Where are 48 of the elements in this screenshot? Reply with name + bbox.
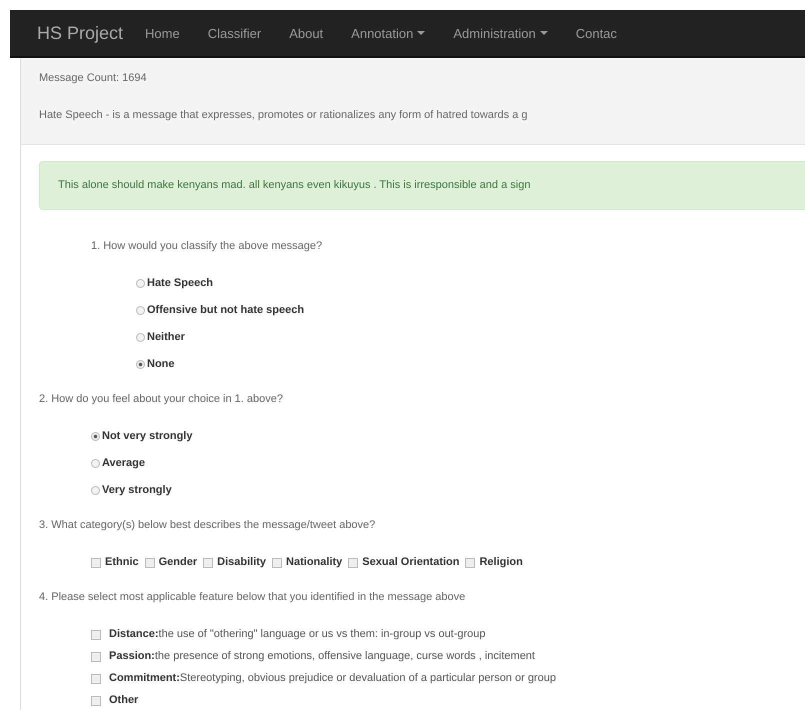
dropdown-menu[interactable]: Annotation (351, 26, 426, 40)
dropdown-menu[interactable]: Administration (453, 26, 548, 40)
option-label: Religion (479, 555, 523, 570)
option-label: Sexual Orientation (362, 555, 460, 570)
checkbox[interactable] (91, 696, 101, 706)
checkbox[interactable] (203, 558, 214, 568)
checkbox[interactable] (91, 558, 101, 568)
option-label: Neither (147, 330, 185, 345)
option-label: None (147, 357, 174, 372)
checkbox[interactable] (144, 558, 155, 568)
nav-link[interactable]: Contac (576, 26, 617, 40)
nav-link[interactable]: Classifier (208, 26, 262, 40)
checkbox[interactable] (465, 558, 476, 568)
checkbox[interactable] (348, 558, 358, 568)
question-text: 2. How do you feel about your choice in 1. above? (39, 393, 284, 405)
option-label: Very strongly (102, 483, 172, 498)
radio-button[interactable] (136, 360, 145, 369)
radio-button[interactable] (136, 279, 145, 288)
option-label: Offensive but not hate speech (147, 303, 304, 318)
radio-button[interactable] (136, 306, 145, 315)
checkbox[interactable] (91, 674, 101, 684)
option-label: Distance:the use of "othering" language or us vs them: in-group vs out-group (109, 627, 486, 642)
option-label: Passion:the presence of strong emotions, offensive language, curse words , incitement (109, 649, 535, 664)
checkbox[interactable] (91, 652, 101, 662)
message-count: Message Count: 1694 (39, 72, 148, 84)
option-label: Commitment:Stereotyping, obvious prejudice or devaluation of a particular person or group (109, 671, 556, 686)
radio-button[interactable] (136, 333, 145, 342)
option-label: Average (102, 456, 146, 471)
radio-button[interactable] (91, 486, 100, 495)
checkbox[interactable] (91, 630, 101, 640)
option-label: Hate Speech (147, 276, 214, 291)
message-alert: This alone should make kenyans mad. all kenyans even kikuyus . This is irresponsible and a sign (39, 161, 805, 210)
nav-link[interactable]: About (289, 26, 324, 40)
option-label: Disability (217, 555, 266, 570)
radio-button[interactable] (91, 459, 100, 468)
question-text: 4. Please select most applicable feature below that you identified in the message above (39, 591, 466, 603)
option-label: Other (109, 693, 138, 708)
option-label: Nationality (286, 555, 342, 570)
option-label: Gender (158, 555, 198, 570)
option-label: Not very strongly (102, 429, 192, 444)
radio-button[interactable] (91, 432, 100, 441)
option-label: Ethnic (105, 555, 139, 570)
brand-link[interactable]: HS Project (10, 22, 146, 44)
checkbox[interactable] (272, 558, 282, 568)
question-text: 1. How would you classify the above message? (91, 240, 324, 252)
nav-link[interactable]: Home (145, 26, 180, 40)
definition-text: Hate Speech - is a message that expresses, promotes or rationalizes any form of hatred towards a g (39, 109, 529, 121)
question-text: 3. What category(s) below best describes the message/tweet above? (39, 519, 376, 531)
